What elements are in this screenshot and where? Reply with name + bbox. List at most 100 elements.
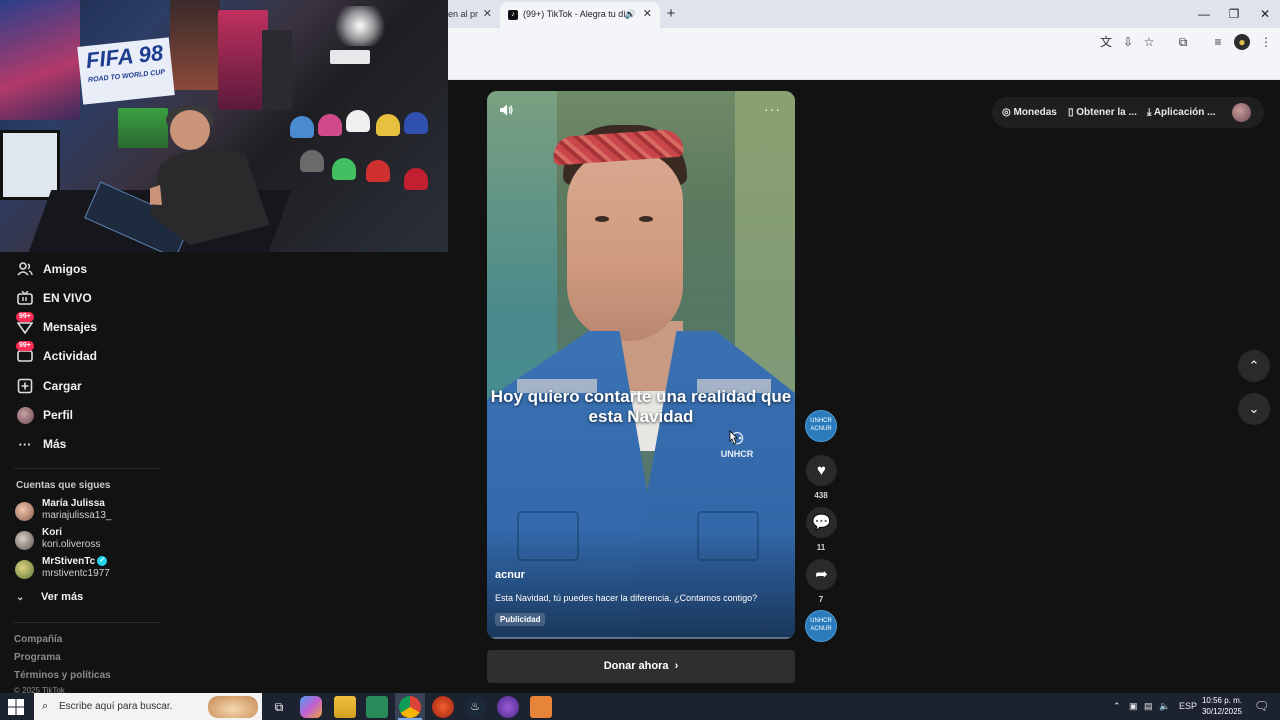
helmet [300, 150, 324, 172]
heart-icon: ♥ [817, 462, 826, 479]
footer-link-company[interactable]: Compañía [14, 634, 62, 645]
following-section-title: Cuentas que sigues [16, 480, 111, 491]
chrome-icon[interactable] [399, 696, 421, 718]
activity-icon: 99+ [14, 341, 36, 366]
language-indicator[interactable]: ESP [1179, 693, 1197, 720]
see-more-link[interactable]: ⌄ Ver más [16, 591, 83, 603]
video-subject-eye [639, 216, 653, 222]
video-progress-bar[interactable] [487, 637, 795, 639]
video-player[interactable]: ⚇ UNHCR Hoy quiero contarte una realidad … [487, 91, 795, 639]
next-video-button[interactable]: ⌄ [1238, 393, 1270, 425]
bookmark-star-icon[interactable]: ☆ [1141, 34, 1157, 50]
close-window-button[interactable]: ✕ [1250, 4, 1280, 24]
previous-video-button[interactable]: ⌃ [1238, 350, 1270, 382]
clock-date: 30/12/2025 [1201, 707, 1243, 716]
sound-icon[interactable] [499, 103, 513, 120]
tab-title: en al pr [448, 9, 479, 19]
comment-button[interactable]: 💬 [806, 507, 837, 538]
restore-button[interactable]: ❐ [1219, 4, 1249, 24]
sidebar-item-more[interactable]: ··· Más [14, 433, 67, 455]
donate-label: Donar ahora [603, 660, 669, 672]
following-account[interactable]: Kori kori.oliveross [15, 527, 165, 553]
helmet [366, 160, 390, 182]
profile-avatar [14, 405, 36, 425]
chevron-down-icon: ⌄ [1248, 401, 1260, 416]
sidebar-item-friends[interactable]: Amigos [14, 258, 87, 280]
following-account[interactable]: MrStivenTc ✓ mrstiventc1977 [15, 556, 165, 582]
app-icon[interactable] [366, 696, 388, 718]
browser-tab-previous[interactable]: en al pr ✕ [448, 2, 500, 26]
account-name: Kori [42, 527, 62, 538]
following-account[interactable]: María Julissa mariajulissa13_ [15, 498, 165, 524]
network-icon[interactable]: ▤ [1144, 693, 1153, 720]
helmet [290, 116, 314, 138]
footer-link-program[interactable]: Programa [14, 652, 61, 663]
app-icon[interactable] [432, 696, 454, 718]
app-label: Aplicación ... [1153, 107, 1216, 118]
sidebar-item-messages[interactable]: 99+ Mensajes [14, 312, 97, 338]
share-icon: ➦ [815, 566, 828, 583]
media-control-icon[interactable]: ≡ [1210, 34, 1226, 50]
more-options-icon[interactable]: ··· [764, 101, 781, 117]
sponsor-avatar[interactable]: UNHCR ACNUR [805, 410, 837, 442]
profile-icon[interactable]: ● [1234, 34, 1250, 50]
new-tab-button[interactable]: + [664, 4, 678, 24]
poster [0, 0, 80, 120]
more-icon: ··· [18, 436, 32, 452]
app-button[interactable]: ⤓ Aplicación ... [1147, 97, 1216, 128]
like-count: 438 [814, 491, 828, 500]
sidebar-item-upload[interactable]: Cargar [14, 375, 82, 397]
friends-icon [14, 259, 36, 279]
divider [14, 468, 160, 469]
video-description: Esta Navidad, tú puedes hacer la diferen… [495, 593, 758, 603]
sidebar-item-activity[interactable]: 99+ Actividad [14, 341, 97, 367]
footer-link-terms[interactable]: Términos y políticas [14, 670, 111, 681]
helmet [318, 114, 342, 136]
obs-icon[interactable] [497, 696, 519, 718]
notifications-icon[interactable]: 🗨 [1254, 693, 1269, 720]
coin-icon: ◎ [1002, 107, 1014, 118]
windows-start-icon[interactable] [8, 699, 24, 715]
user-avatar[interactable] [1232, 103, 1251, 122]
app-icon[interactable] [530, 696, 552, 718]
notification-badge: 99+ [16, 341, 34, 351]
air-conditioner [330, 50, 370, 64]
install-app-icon[interactable]: ⇩ [1120, 34, 1136, 50]
get-coins-button[interactable]: ▯ Obtener la ... [1068, 97, 1137, 128]
tray-app-icon[interactable]: ▣ [1129, 693, 1138, 720]
download-icon: ⤓ [1147, 107, 1154, 118]
helmet [376, 114, 400, 136]
live-icon [14, 288, 36, 308]
account-handle: mrstiventc1977 [42, 568, 110, 579]
poster [170, 0, 220, 90]
extensions-icon[interactable]: ⧉ [1175, 34, 1191, 50]
file-explorer-icon[interactable] [334, 696, 356, 718]
tab-close-icon[interactable]: ✕ [643, 2, 652, 26]
task-view-icon[interactable]: ⧉ [268, 696, 290, 718]
copilot-icon[interactable] [300, 696, 322, 718]
sidebar-item-profile[interactable]: Perfil [14, 404, 73, 426]
share-button[interactable]: ➦ [806, 559, 837, 590]
sponsor-avatar-bottom[interactable]: UNHCR ACNUR [805, 610, 837, 642]
tab-audio-icon[interactable]: 🔊 [625, 2, 636, 26]
upload-icon [14, 376, 36, 396]
ceiling-light [330, 6, 390, 46]
tab-close-icon[interactable]: ✕ [483, 2, 492, 26]
menu-kebab-icon[interactable]: ⋮ [1258, 34, 1274, 50]
volume-icon[interactable]: 🔈 [1159, 693, 1170, 720]
tray-chevron-up-icon[interactable]: ⌃ [1113, 693, 1121, 720]
tiktok-favicon-icon: ♪ [508, 9, 518, 20]
translate-icon[interactable]: 文 [1098, 34, 1114, 50]
video-author[interactable]: acnur [495, 569, 525, 581]
coins-label: Monedas [1013, 107, 1057, 118]
browser-tab-tiktok[interactable]: ♪ (99+) TikTok - Alegra tu día 🔊 ✕ [500, 2, 660, 28]
taskbar-search-input[interactable]: ⌕ Escribe aquí para buscar. [34, 693, 262, 720]
account-handle: kori.oliveross [42, 539, 101, 550]
steam-icon[interactable]: ♨ [464, 696, 486, 718]
minimize-button[interactable]: — [1189, 4, 1219, 24]
coins-button[interactable]: ◎ Monedas [1002, 97, 1057, 128]
sidebar-item-live[interactable]: EN VIVO [14, 287, 92, 309]
like-button[interactable]: ♥ [806, 455, 837, 486]
clock[interactable]: 10:56 p. m. 30/12/2025 [1196, 695, 1248, 717]
donate-button[interactable]: Donar ahora › [487, 650, 795, 683]
